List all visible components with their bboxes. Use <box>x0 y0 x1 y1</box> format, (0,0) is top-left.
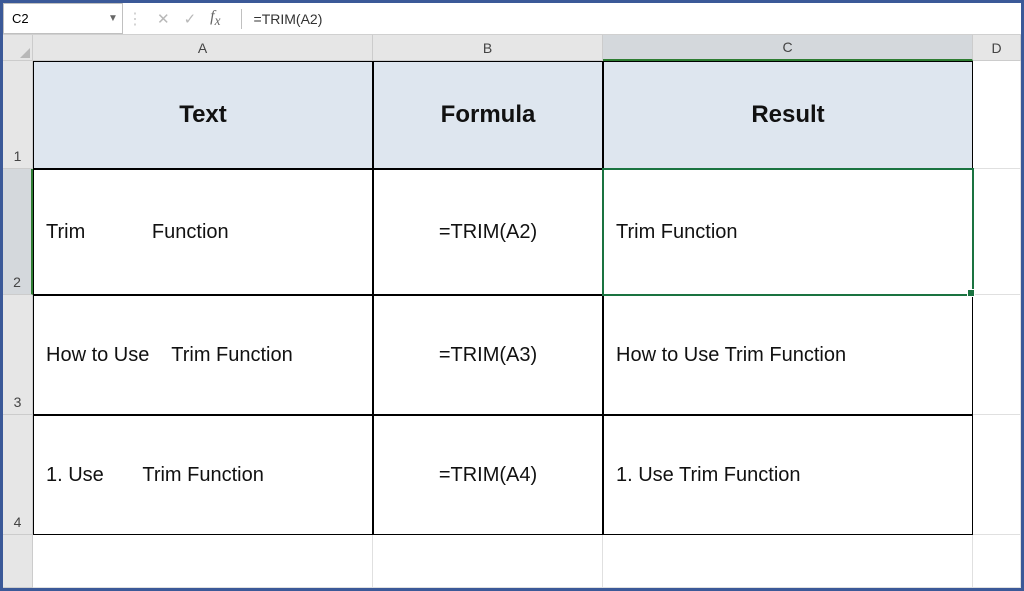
name-box-text: C2 <box>12 11 104 26</box>
name-box[interactable]: C2 ▼ <box>3 3 123 34</box>
cell-c5[interactable] <box>603 535 973 588</box>
formula-bar-buttons: ✕ ✓ fx <box>147 8 239 29</box>
cell-b3[interactable]: =TRIM(A3) <box>373 295 603 415</box>
cell-b2[interactable]: =TRIM(A2) <box>373 169 603 295</box>
formula-bar: C2 ▼ ⋮ ✕ ✓ fx =TRIM(A2) <box>3 3 1021 35</box>
spreadsheet-grid: A B C D 1 Text Formula Result 2 Trim Fun… <box>3 35 1021 588</box>
divider: ⋮ <box>123 3 147 34</box>
col-header-d[interactable]: D <box>973 35 1021 61</box>
row-header-2[interactable]: 2 <box>3 169 33 295</box>
cell-d5[interactable] <box>973 535 1021 588</box>
confirm-icon[interactable]: ✓ <box>184 10 197 28</box>
cell-b1[interactable]: Formula <box>373 61 603 169</box>
cell-a3[interactable]: How to Use Trim Function <box>33 295 373 415</box>
cell-c4[interactable]: 1. Use Trim Function <box>603 415 973 535</box>
row-header-1[interactable]: 1 <box>3 61 33 169</box>
formula-input[interactable]: =TRIM(A2) <box>244 11 1021 27</box>
fx-icon[interactable]: fx <box>210 8 228 29</box>
cell-b4[interactable]: =TRIM(A4) <box>373 415 603 535</box>
cell-c1[interactable]: Result <box>603 61 973 169</box>
select-all-corner[interactable] <box>3 35 33 61</box>
cell-a4[interactable]: 1. Use Trim Function <box>33 415 373 535</box>
cell-c2[interactable]: Trim Function <box>603 169 973 295</box>
cell-b5[interactable] <box>373 535 603 588</box>
col-header-b[interactable]: B <box>373 35 603 61</box>
cell-d3[interactable] <box>973 295 1021 415</box>
chevron-down-icon[interactable]: ▼ <box>104 4 122 33</box>
cell-a1[interactable]: Text <box>33 61 373 169</box>
col-header-c[interactable]: C <box>603 35 973 61</box>
divider <box>241 9 242 29</box>
cell-a5[interactable] <box>33 535 373 588</box>
col-header-a[interactable]: A <box>33 35 373 61</box>
row-header-5[interactable] <box>3 535 33 588</box>
cancel-icon[interactable]: ✕ <box>157 10 170 28</box>
row-header-3[interactable]: 3 <box>3 295 33 415</box>
cell-d2[interactable] <box>973 169 1021 295</box>
row-header-4[interactable]: 4 <box>3 415 33 535</box>
cell-c3[interactable]: How to Use Trim Function <box>603 295 973 415</box>
cell-a2[interactable]: Trim Function <box>33 169 373 295</box>
cell-d1[interactable] <box>973 61 1021 169</box>
cell-d4[interactable] <box>973 415 1021 535</box>
